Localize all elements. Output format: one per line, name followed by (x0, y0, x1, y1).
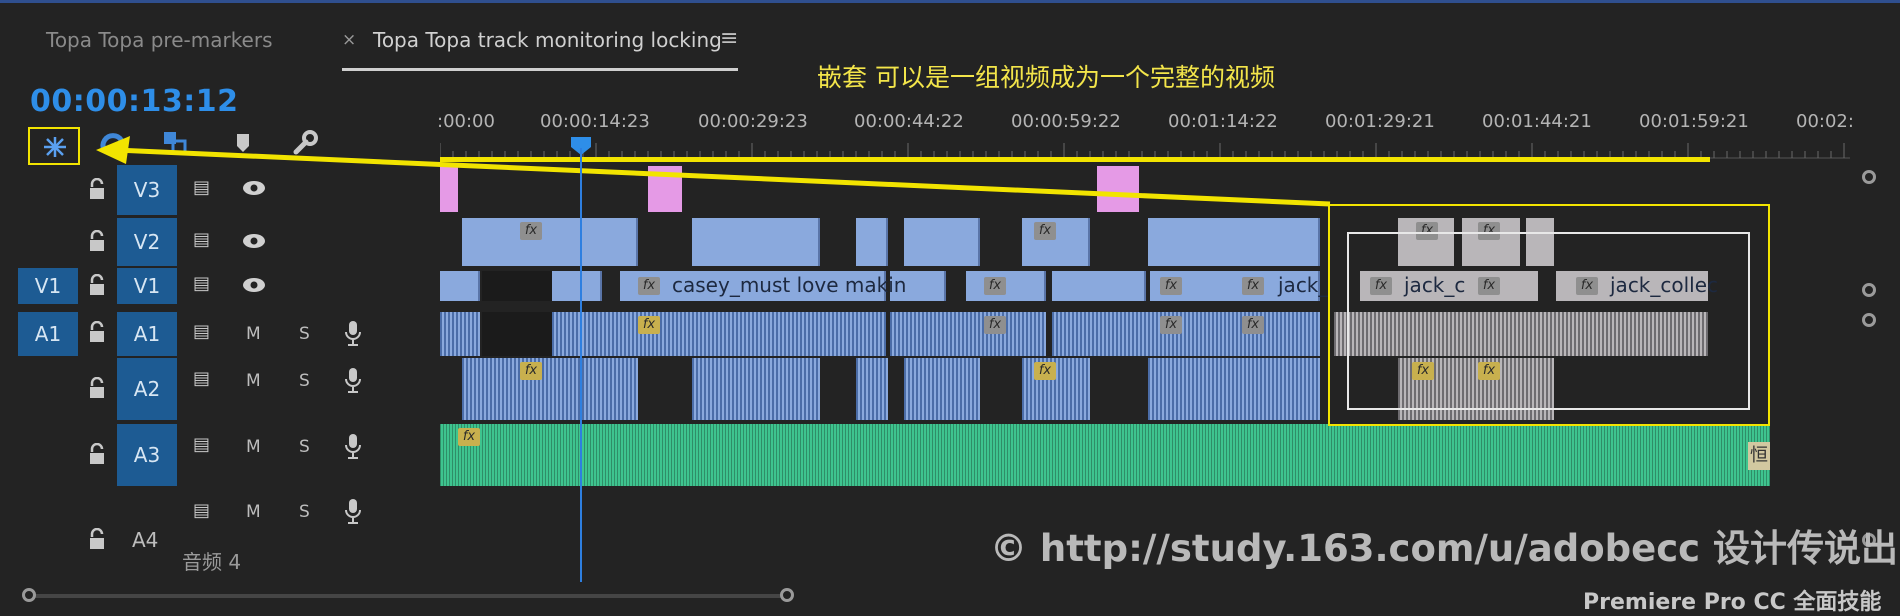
lock-icon[interactable] (88, 178, 106, 200)
vertical-zoom-handle[interactable] (1862, 283, 1876, 297)
track-target-a3[interactable]: A3 (117, 424, 177, 486)
eye-icon[interactable] (242, 277, 266, 293)
playhead-line (580, 148, 582, 582)
track-target-v2[interactable]: V2 (117, 218, 177, 266)
mute-button[interactable]: M (246, 371, 261, 391)
mic-icon[interactable] (344, 433, 362, 459)
sync-lock-icon[interactable]: ▤ (193, 229, 210, 250)
solo-button[interactable]: S (299, 502, 310, 522)
horizontal-scrollbar[interactable] (30, 594, 790, 598)
lock-icon[interactable] (88, 443, 106, 465)
track-target-v1[interactable]: V1 (117, 268, 177, 304)
sync-lock-icon[interactable]: ▤ (193, 434, 210, 455)
sync-lock-icon[interactable]: ▤ (193, 368, 210, 389)
source-patch-v1[interactable]: V1 (18, 268, 78, 304)
lock-icon[interactable] (88, 321, 106, 343)
watermark-text: © http://study.163.com/u/adobecc 设计传说出品 (990, 527, 1900, 570)
mute-button[interactable]: M (246, 437, 261, 457)
watermark-course-title: Premiere Pro CC 全面技能 (1583, 590, 1882, 615)
track-target-a1[interactable]: A1 (117, 312, 177, 356)
mute-button[interactable]: M (246, 324, 261, 344)
eye-icon[interactable] (242, 233, 266, 249)
mic-icon[interactable] (344, 320, 362, 346)
lock-icon[interactable] (88, 274, 106, 296)
track-label-a4: 音频 4 (182, 550, 242, 574)
vertical-zoom-handle[interactable] (1862, 170, 1876, 184)
track-target-v3[interactable]: V3 (117, 165, 177, 215)
lock-icon[interactable] (88, 230, 106, 252)
track-target-a2[interactable]: A2 (117, 358, 177, 420)
scrollbar-left-handle[interactable] (22, 588, 36, 602)
sync-lock-icon[interactable]: ▤ (193, 321, 210, 342)
track-name-a4[interactable]: A4 (132, 528, 158, 552)
sync-lock-icon[interactable]: ▤ (193, 177, 210, 198)
solo-button[interactable]: S (299, 371, 310, 391)
scrollbar-right-handle[interactable] (780, 588, 794, 602)
mic-icon[interactable] (344, 367, 362, 393)
lock-icon[interactable] (88, 377, 106, 399)
mic-icon[interactable] (344, 498, 362, 524)
sync-lock-icon[interactable]: ▤ (193, 500, 210, 521)
vertical-zoom-handle[interactable] (1862, 313, 1876, 327)
source-patch-a1[interactable]: A1 (18, 312, 78, 356)
solo-button[interactable]: S (299, 437, 310, 457)
lock-icon[interactable] (88, 528, 106, 550)
solo-button[interactable]: S (299, 324, 310, 344)
eye-icon[interactable] (242, 180, 266, 196)
sync-lock-icon[interactable]: ▤ (193, 273, 210, 294)
mute-button[interactable]: M (246, 502, 261, 522)
